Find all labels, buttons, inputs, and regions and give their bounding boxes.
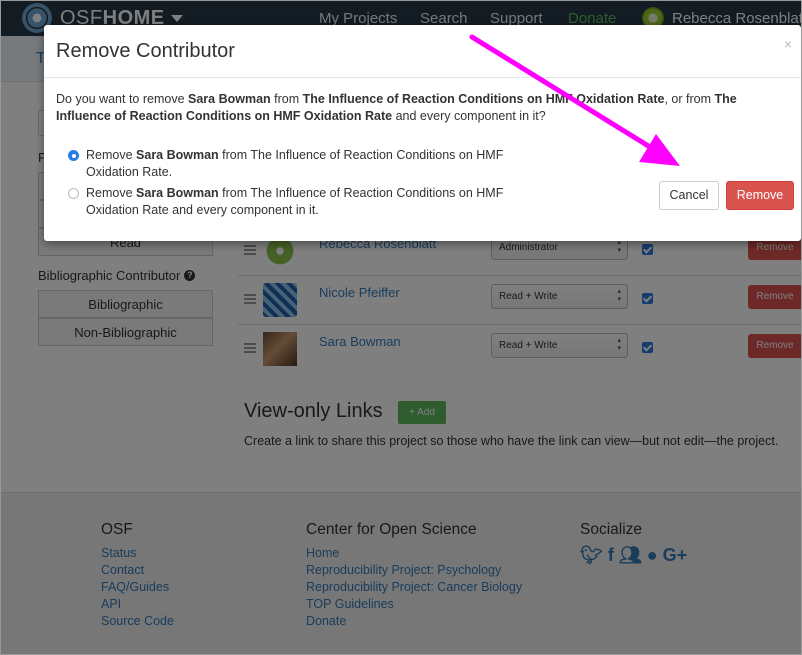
remove-button[interactable]: Remove: [726, 181, 794, 210]
option-remove-from-all-components[interactable]: Remove Sara Bowman from The Influence of…: [68, 185, 518, 219]
modal-header: Remove Contributor ×: [44, 25, 801, 78]
remove-contributor-dialog: Remove Contributor × Do you want to remo…: [44, 25, 801, 241]
close-icon[interactable]: ×: [784, 36, 792, 52]
remove-question: Do you want to remove Sara Bowman from T…: [56, 92, 737, 123]
cancel-button[interactable]: Cancel: [659, 181, 719, 210]
radio-selected-icon[interactable]: [68, 150, 79, 161]
option-remove-from-project[interactable]: Remove Sara Bowman from The Influence of…: [68, 147, 518, 181]
modal-title: Remove Contributor: [56, 40, 235, 62]
radio-unselected-icon[interactable]: [68, 188, 79, 199]
